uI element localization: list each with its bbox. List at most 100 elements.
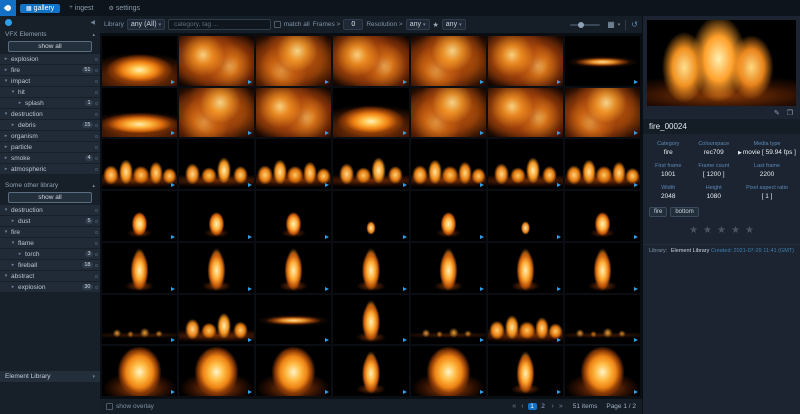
star-icon[interactable]: ★ [689, 225, 698, 236]
tag-fire[interactable]: fire [649, 207, 668, 217]
play-icon[interactable] [479, 390, 484, 394]
sidebar-item-destruction[interactable]: ▾ destruction [0, 109, 100, 119]
play-icon[interactable] [248, 79, 253, 84]
thumbnail[interactable] [487, 139, 563, 190]
sidebar-item-fireball[interactable]: ▸ fireball 18 [0, 260, 100, 270]
play-icon[interactable] [325, 79, 330, 84]
star-icon[interactable]: ★ [745, 225, 754, 236]
play-icon[interactable] [402, 183, 407, 188]
thumbnail[interactable] [564, 87, 640, 138]
play-icon[interactable] [171, 79, 176, 84]
thumbnail[interactable] [256, 139, 332, 190]
caret-right-icon[interactable]: ▸ [10, 122, 16, 128]
chevron-down-icon[interactable]: ▾ [618, 22, 621, 28]
play-icon[interactable] [479, 131, 484, 136]
page-button-1[interactable]: 1 [527, 403, 537, 410]
caret-right-icon[interactable]: ▸ [3, 133, 9, 139]
caret-right-icon[interactable]: ▸ [3, 56, 9, 62]
image-icon[interactable]: ▦ [607, 20, 615, 29]
play-icon[interactable] [479, 79, 484, 84]
play-icon[interactable] [325, 234, 330, 239]
play-icon[interactable] [171, 131, 176, 136]
sidebar-item-atmospheric[interactable]: ▸ atmospheric [0, 164, 100, 174]
sidebar-item-splash[interactable]: ▸ splash 1 [0, 98, 100, 108]
play-icon[interactable] [402, 131, 407, 136]
prev-page-icon[interactable]: ‹ [520, 403, 524, 410]
thumbnail[interactable] [487, 191, 563, 241]
section-header[interactable]: Some other library ▴ [0, 180, 100, 191]
sidebar-item-flame[interactable]: ▾ flame [0, 238, 100, 248]
caret-right-icon[interactable]: ▸ [17, 100, 23, 106]
search-box[interactable] [168, 19, 271, 30]
play-icon[interactable] [402, 79, 407, 84]
sidebar-item-hit[interactable]: ▾ hit [0, 87, 100, 97]
play-icon[interactable] [325, 183, 330, 188]
chevron-up-icon[interactable]: ▴ [92, 183, 95, 189]
page-button-2[interactable]: 2 [539, 403, 548, 410]
thumbnail[interactable] [333, 191, 409, 241]
thumbnail[interactable] [256, 191, 332, 241]
thumbnail[interactable] [333, 346, 409, 396]
play-icon[interactable] [248, 390, 253, 394]
resolution-select[interactable]: any ▾ [405, 19, 430, 30]
caret-down-icon[interactable]: ▾ [3, 273, 9, 279]
thumbnail[interactable] [102, 242, 178, 293]
thumbnail[interactable] [179, 346, 255, 396]
thumbnail[interactable] [564, 346, 640, 396]
thumbnail[interactable] [256, 294, 332, 345]
play-icon[interactable] [634, 183, 638, 188]
thumbnail[interactable] [410, 294, 486, 345]
sidebar-item-impact[interactable]: ▾ impact [0, 76, 100, 86]
sidebar-item-smoke[interactable]: ▸ smoke 4 [0, 153, 100, 163]
sidebar-item-explosion[interactable]: ▸ explosion [0, 54, 100, 64]
play-icon[interactable] [248, 286, 253, 291]
play-icon[interactable] [248, 338, 253, 343]
thumbnail[interactable] [487, 346, 563, 396]
thumbnail[interactable] [102, 139, 178, 190]
sidebar-item-organism[interactable]: ▸ organism [0, 131, 100, 141]
last-page-icon[interactable]: » [558, 403, 564, 410]
thumbnail[interactable] [564, 294, 640, 345]
thumbnail[interactable] [102, 36, 178, 86]
thumbnail[interactable] [179, 242, 255, 293]
refresh-icon[interactable]: ↺ [631, 20, 638, 29]
play-icon[interactable] [634, 79, 638, 84]
thumbnail[interactable] [564, 242, 640, 293]
app-logo[interactable] [0, 0, 16, 16]
play-icon[interactable] [325, 338, 330, 343]
thumbnail[interactable] [333, 294, 409, 345]
play-icon[interactable] [634, 234, 638, 239]
star-icon[interactable]: ★ [731, 225, 740, 236]
play-icon[interactable] [171, 390, 176, 394]
thumbnail[interactable] [487, 87, 563, 138]
caret-down-icon[interactable]: ▾ [3, 207, 9, 213]
thumbnail-size-slider[interactable] [570, 21, 601, 28]
caret-right-icon[interactable]: ▸ [3, 166, 9, 172]
thumbnail[interactable] [179, 36, 255, 86]
caret-right-icon[interactable]: ▸ [10, 262, 16, 268]
caret-right-icon[interactable]: ▸ [3, 144, 9, 150]
play-icon[interactable] [479, 338, 484, 343]
thumbnail[interactable] [256, 87, 332, 138]
play-icon[interactable] [402, 338, 407, 343]
library-selector[interactable]: Element Library ▾ [0, 371, 100, 382]
match-all-checkbox[interactable] [273, 21, 281, 28]
thumbnail[interactable] [333, 139, 409, 190]
frames-input[interactable]: 0 [343, 19, 364, 30]
play-icon[interactable] [479, 234, 484, 239]
library-filter-select[interactable]: any (All) ▾ [126, 19, 166, 30]
play-icon[interactable] [402, 390, 407, 394]
play-icon[interactable] [325, 131, 330, 136]
play-icon[interactable] [248, 234, 253, 239]
play-icon[interactable] [479, 286, 484, 291]
play-icon[interactable] [556, 338, 561, 343]
first-page-icon[interactable]: « [511, 403, 517, 410]
play-icon[interactable] [171, 183, 176, 188]
sidebar-item-fire[interactable]: ▾ fire [0, 227, 100, 237]
thumbnail[interactable] [410, 242, 486, 293]
play-icon[interactable] [634, 390, 638, 394]
thumbnail[interactable] [564, 36, 640, 86]
thumbnail[interactable] [487, 242, 563, 293]
play-icon[interactable] [556, 390, 561, 394]
play-icon[interactable] [171, 286, 176, 291]
